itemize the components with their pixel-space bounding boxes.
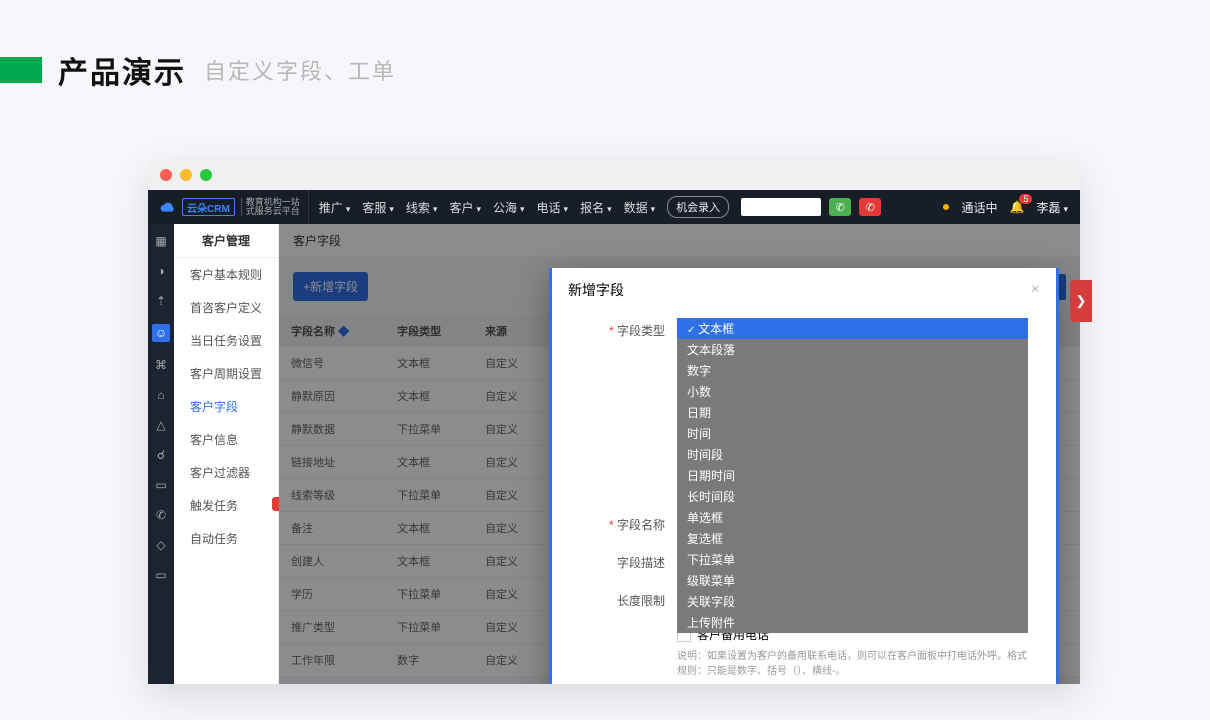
dropdown-option[interactable]: 复选框 <box>677 528 1028 549</box>
nav-rail: ▦ ◑ ⇡ ☺ ⌘ ⌂ △ ☌ ▭ ✆ ◇ ▭ <box>148 224 174 684</box>
rail-note-icon[interactable]: ▭ <box>154 478 168 492</box>
window-chrome <box>148 160 1080 190</box>
hangup-button[interactable]: ✆ <box>859 198 881 216</box>
field-type-select[interactable]: 文本框文本段落数字小数日期时间时间段日期时间长时间段单选框复选框下拉菜单级联菜单… <box>677 318 1028 340</box>
add-field-modal: 新增字段 × 字段类型 文本框文本段落数字小数日期时间时间段日期时间长时间段单选… <box>549 268 1059 684</box>
dropdown-option[interactable]: 上传附件 <box>677 612 1028 633</box>
label-name: 字段名称 <box>552 512 677 538</box>
sidebar-item[interactable]: 触发任务 <box>174 489 278 522</box>
rail-open-icon[interactable]: ⌘ <box>154 358 168 372</box>
bell-icon[interactable]: 🔔5 <box>1010 200 1025 214</box>
rail-analytics-icon[interactable]: ⇡ <box>154 294 168 308</box>
dial-button[interactable]: ✆ <box>829 198 851 216</box>
nav-item[interactable]: 推广▾ <box>319 199 351 216</box>
close-icon[interactable]: × <box>1031 281 1040 299</box>
user-name[interactable]: 李磊▾ <box>1036 199 1068 216</box>
sidebar-group-header: 客户管理 <box>174 224 278 258</box>
modal-title: 新增字段 <box>568 280 624 300</box>
brand-sub: 教育机构一站式服务云平台 <box>241 198 300 216</box>
dropdown-option[interactable]: 文本框 <box>677 318 1028 339</box>
maximize-dot[interactable] <box>200 169 212 181</box>
topbar-right: 通话中 🔔5 李磊▾ <box>943 199 1068 216</box>
status-dot <box>943 204 949 210</box>
sidebar: 客户管理 客户基本规则首咨客户定义当日任务设置客户周期设置客户字段客户信息客户过… <box>174 224 279 684</box>
dropdown-option[interactable]: 级联菜单 <box>677 570 1028 591</box>
nav-pill[interactable]: 机会录入 <box>667 196 729 218</box>
dropdown-option[interactable]: 关联字段 <box>677 591 1028 612</box>
nav-item[interactable]: 线索▾ <box>406 199 438 216</box>
dropdown-option[interactable]: 小数 <box>677 381 1028 402</box>
rail-home-icon[interactable]: ⌂ <box>154 388 168 402</box>
nav-item[interactable]: 客服▾ <box>362 199 394 216</box>
top-search[interactable] <box>741 198 821 216</box>
nav-item[interactable]: 公海▾ <box>493 199 525 216</box>
sidebar-item[interactable]: 当日任务设置 <box>174 324 278 357</box>
rail-phone-icon[interactable]: ✆ <box>154 508 168 522</box>
call-status: 通话中 <box>961 199 997 216</box>
top-nav: 推广▾ 客服▾ 线索▾ 客户▾ 公海▾ 电话▾ 报名▾ 数据▾ <box>319 199 655 216</box>
rail-dashboard-icon[interactable]: ▦ <box>154 234 168 248</box>
app-topbar: 云朵CRM 教育机构一站式服务云平台 推广▾ 客服▾ 线索▾ 客户▾ 公海▾ 电话▾ 报名▾… <box>148 190 1080 224</box>
label-type: 字段类型 <box>552 318 677 344</box>
dropdown-option[interactable]: 日期 <box>677 402 1028 423</box>
nav-item[interactable]: 数据▾ <box>624 199 656 216</box>
sidebar-item[interactable]: 客户信息 <box>174 423 278 456</box>
sidebar-item[interactable]: 首咨客户定义 <box>174 291 278 324</box>
rail-tag-icon[interactable]: ◇ <box>154 538 168 552</box>
checkbox-note: 说明：如果设置为客户的备用联系电话，则可以在客户面板中打电话外呼。格式规则：只能… <box>677 647 1028 677</box>
rail-card-icon[interactable]: ▭ <box>154 568 168 582</box>
dropdown-option[interactable]: 数字 <box>677 360 1028 381</box>
slide-header: 产品演示 自定义字段、工单 <box>0 48 396 92</box>
nav-item[interactable]: 电话▾ <box>537 199 569 216</box>
nav-item[interactable]: 客户▾ <box>449 199 481 216</box>
rail-shield-icon[interactable]: ◑ <box>154 264 168 278</box>
accent-block <box>0 57 42 83</box>
field-type-dropdown: 文本框文本段落数字小数日期时间时间段日期时间长时间段单选框复选框下拉菜单级联菜单… <box>677 318 1028 633</box>
slide-subtitle: 自定义字段、工单 <box>204 54 396 86</box>
slide-title: 产品演示 <box>58 48 186 92</box>
dropdown-option[interactable]: 日期时间 <box>677 465 1028 486</box>
label-desc: 字段描述 <box>552 550 677 576</box>
brand[interactable]: 云朵CRM 教育机构一站式服务云平台 <box>160 190 309 224</box>
next-slide-icon[interactable]: ❯ <box>1070 280 1092 322</box>
brand-name: 云朵CRM <box>182 198 235 216</box>
label-limit: 长度限制 <box>552 588 677 614</box>
dropdown-option[interactable]: 文本段落 <box>677 339 1028 360</box>
rail-triangle-icon[interactable]: △ <box>154 418 168 432</box>
minimize-dot[interactable] <box>180 169 192 181</box>
nav-item[interactable]: 报名▾ <box>580 199 612 216</box>
sidebar-item[interactable]: 客户周期设置 <box>174 357 278 390</box>
sidebar-item[interactable]: 客户字段 <box>174 390 278 423</box>
dropdown-option[interactable]: 下拉菜单 <box>677 549 1028 570</box>
rail-user-icon[interactable]: ☺ <box>152 324 170 342</box>
dropdown-option[interactable]: 时间段 <box>677 444 1028 465</box>
sidebar-item[interactable]: 客户基本规则 <box>174 258 278 291</box>
bell-badge: 5 <box>1019 194 1032 204</box>
dropdown-option[interactable]: 长时间段 <box>677 486 1028 507</box>
close-dot[interactable] <box>160 169 172 181</box>
dropdown-option[interactable]: 单选框 <box>677 507 1028 528</box>
sidebar-item[interactable]: 自动任务 <box>174 522 278 555</box>
dropdown-option[interactable]: 时间 <box>677 423 1028 444</box>
brand-cloud-icon <box>160 199 176 215</box>
app-body: ▦ ◑ ⇡ ☺ ⌘ ⌂ △ ☌ ▭ ✆ ◇ ▭ 客户管理 客户基本规则首咨客户定… <box>148 224 1080 684</box>
sidebar-item[interactable]: 客户过滤器 <box>174 456 278 489</box>
browser-window: 云朵CRM 教育机构一站式服务云平台 推广▾ 客服▾ 线索▾ 客户▾ 公海▾ 电话▾ 报名▾… <box>148 160 1080 684</box>
main-content: 客户字段 +新增字段 输入字段名称 搜索 字段名称 ◆ 字段类型 来源 创建时间… <box>279 224 1080 684</box>
rail-search-icon[interactable]: ☌ <box>154 448 168 462</box>
